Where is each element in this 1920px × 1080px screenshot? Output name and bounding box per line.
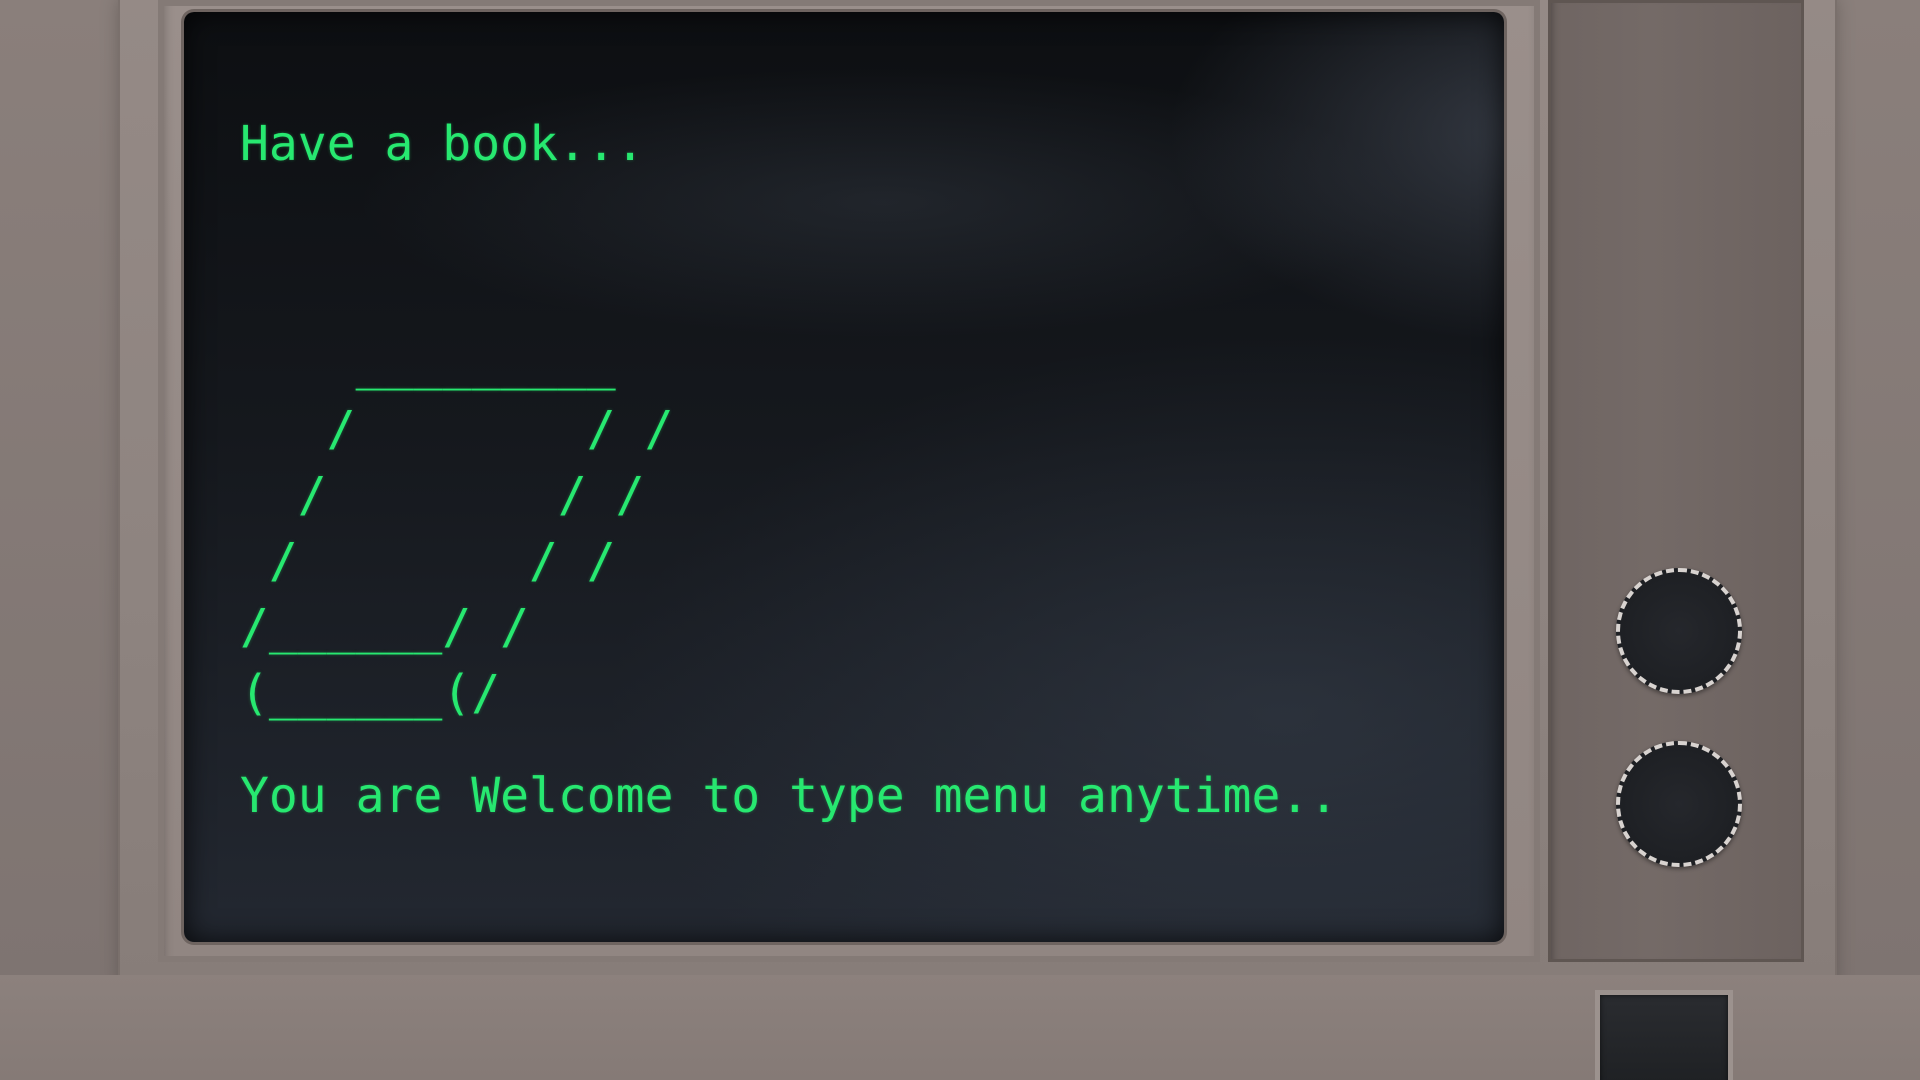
ascii-book-art: _________ / / / / / / / / / /______/ / (… — [240, 335, 674, 721]
crt-screen[interactable]: Have a book... _________ / / / / / / / /… — [184, 12, 1504, 942]
disk-slot[interactable] — [1600, 995, 1728, 1080]
dial-icon[interactable] — [1616, 568, 1742, 694]
crt-scene: Have a book... _________ / / / / / / / /… — [0, 0, 1920, 1080]
terminal-line-greeting: Have a book... — [240, 116, 645, 172]
terminal-line-prompt: You are Welcome to type menu anytime.. — [240, 768, 1339, 824]
dial-icon[interactable] — [1616, 741, 1742, 867]
